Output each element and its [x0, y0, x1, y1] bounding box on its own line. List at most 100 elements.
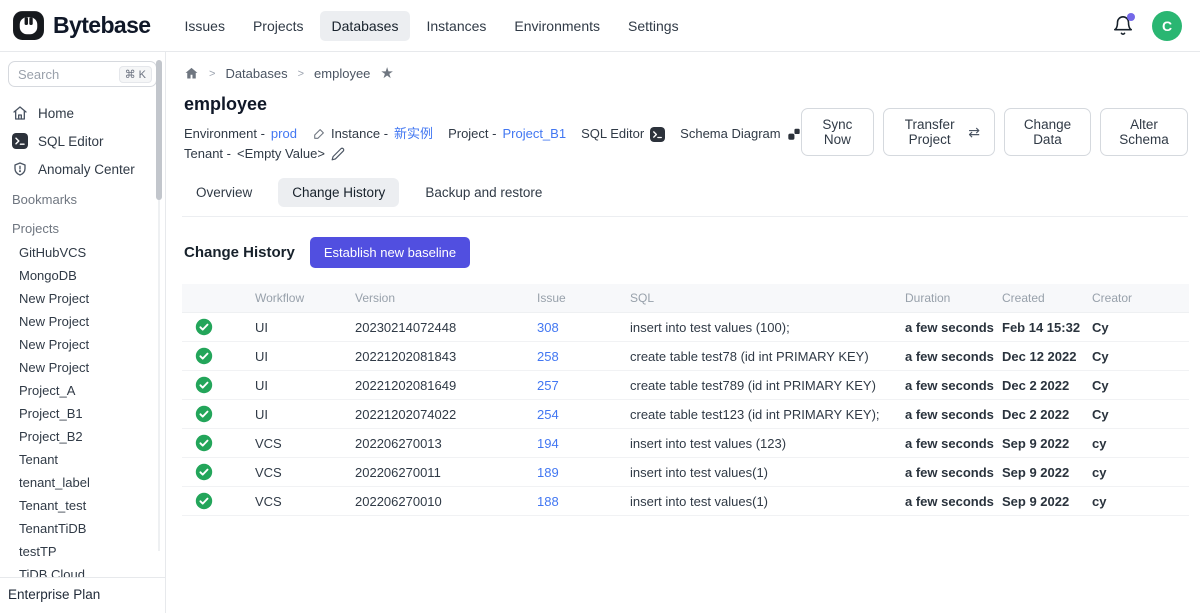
instance-link[interactable]: 新实例	[394, 124, 433, 144]
table-row[interactable]: UI 20221202081843 258 create table test7…	[182, 342, 1189, 371]
nav-item-instances[interactable]: Instances	[414, 11, 498, 41]
issue-link[interactable]: 188	[537, 494, 559, 509]
sidebar-project-item[interactable]: Project_B2	[0, 425, 165, 448]
issue-link[interactable]: 257	[537, 378, 559, 393]
sidebar-project-item[interactable]: Project_A	[0, 379, 165, 402]
top-nav-bar: Bytebase IssuesProjectsDatabasesInstance…	[0, 0, 1200, 52]
notification-dot	[1127, 13, 1135, 21]
issue-link[interactable]: 308	[537, 320, 559, 335]
nav-item-projects[interactable]: Projects	[241, 11, 316, 41]
plan-label[interactable]: Enterprise Plan	[0, 577, 165, 613]
tab-change-history[interactable]: Change History	[278, 178, 399, 207]
nav-item-settings[interactable]: Settings	[616, 11, 691, 41]
table-row[interactable]: UI 20221202081649 257 create table test7…	[182, 371, 1189, 400]
workflow-cell: UI	[255, 349, 355, 364]
bytebase-logo-icon	[12, 9, 45, 42]
issue-link[interactable]: 258	[537, 349, 559, 364]
nav-item-environments[interactable]: Environments	[502, 11, 612, 41]
sidebar-item-sql-editor[interactable]: SQL Editor	[0, 127, 165, 155]
transfer-project-button[interactable]: Transfer Project ⇄	[883, 108, 995, 156]
sidebar-item-home[interactable]: Home	[0, 99, 165, 127]
sidebar-item-label: Anomaly Center	[38, 162, 135, 177]
workflow-cell: UI	[255, 407, 355, 422]
table-row[interactable]: UI 20230214072448 308 insert into test v…	[182, 313, 1189, 342]
sidebar-project-item[interactable]: Project_B1	[0, 402, 165, 425]
database-tabs: Overview Change History Backup and resto…	[182, 178, 1188, 217]
establish-baseline-button[interactable]: Establish new baseline	[310, 237, 470, 268]
table-row[interactable]: UI 20221202074022 254 create table test1…	[182, 400, 1189, 429]
workflow-cell: VCS	[255, 436, 355, 451]
table-row[interactable]: VCS 202206270010 188 insert into test va…	[182, 487, 1189, 516]
sidebar-project-item[interactable]: Tenant_test	[0, 494, 165, 517]
project-link[interactable]: Project_B1	[502, 124, 566, 144]
bytebase-logo[interactable]: Bytebase	[12, 9, 150, 42]
success-check-icon	[195, 347, 213, 365]
edit-pencil-icon[interactable]	[331, 147, 345, 161]
main-content: > Databases > employee ★ employee Enviro…	[166, 52, 1200, 613]
table-row[interactable]: VCS 202206270011 189 insert into test va…	[182, 458, 1189, 487]
issue-link[interactable]: 194	[537, 436, 559, 451]
sidebar-project-item[interactable]: testTP	[0, 540, 165, 563]
change-history-heading: Change History	[184, 244, 295, 261]
sidebar-item-anomaly-center[interactable]: Anomaly Center	[0, 155, 165, 183]
meta-tenant: Tenant - <Empty Value>	[184, 144, 345, 164]
sql-editor-icon	[12, 133, 28, 149]
sidebar-project-item[interactable]: MongoDB	[0, 264, 165, 287]
schema-diagram-icon	[787, 127, 801, 141]
col-creator: Creator	[1092, 291, 1189, 305]
breadcrumb-home-icon[interactable]	[184, 66, 199, 81]
search-box[interactable]: ⌘ K	[8, 61, 157, 87]
tab-overview[interactable]: Overview	[182, 178, 266, 207]
sql-cell: create table test123 (id int PRIMARY KEY…	[630, 407, 905, 422]
duration-cell: a few seconds	[905, 407, 1002, 422]
success-check-icon	[195, 492, 213, 510]
breadcrumb-employee[interactable]: employee	[314, 66, 370, 81]
issue-link[interactable]: 254	[537, 407, 559, 422]
table-row[interactable]: VCS 202206270013 194 insert into test va…	[182, 429, 1189, 458]
breadcrumb-databases[interactable]: Databases	[225, 66, 287, 81]
creator-cell: cy	[1092, 465, 1189, 480]
notifications-button[interactable]	[1112, 15, 1134, 37]
schema-diagram-shortcut[interactable]: Schema Diagram	[680, 124, 800, 144]
nav-item-databases[interactable]: Databases	[320, 11, 411, 41]
sidebar-project-item[interactable]: New Project	[0, 356, 165, 379]
change-data-button[interactable]: Change Data	[1004, 108, 1091, 156]
creator-cell: Cy	[1092, 349, 1189, 364]
alter-schema-button[interactable]: Alter Schema	[1100, 108, 1188, 156]
duration-cell: a few seconds	[905, 349, 1002, 364]
transfer-arrows-icon: ⇄	[968, 125, 980, 139]
sidebar-project-item[interactable]: GitHubVCS	[0, 241, 165, 264]
sidebar-item-label: Home	[38, 106, 74, 121]
tab-backup-and-restore[interactable]: Backup and restore	[411, 178, 556, 207]
creator-cell: cy	[1092, 494, 1189, 509]
nav-item-issues[interactable]: Issues	[172, 11, 236, 41]
search-input[interactable]	[18, 67, 92, 82]
bookmark-star-icon[interactable]: ★	[380, 66, 393, 81]
sql-editor-shortcut[interactable]: SQL Editor	[581, 124, 665, 144]
issue-link[interactable]: 189	[537, 465, 559, 480]
sql-cell: insert into test values (123)	[630, 436, 905, 451]
sidebar-project-item[interactable]: Tenant	[0, 448, 165, 471]
col-workflow: Workflow	[255, 291, 355, 305]
projects-section-label: Projects	[0, 214, 165, 241]
sidebar-project-item[interactable]: TenantTiDB	[0, 517, 165, 540]
col-issue: Issue	[537, 291, 630, 305]
avatar[interactable]: C	[1152, 11, 1182, 41]
sql-cell: insert into test values(1)	[630, 494, 905, 509]
created-cell: Dec 2 2022	[1002, 407, 1092, 422]
version-cell: 202206270011	[355, 465, 537, 480]
sidebar-project-item[interactable]: New Project	[0, 287, 165, 310]
sidebar-item-label: SQL Editor	[38, 134, 104, 149]
sidebar-project-item[interactable]: New Project	[0, 310, 165, 333]
environment-link[interactable]: prod	[271, 124, 297, 144]
creator-cell: Cy	[1092, 320, 1189, 335]
col-duration: Duration	[905, 291, 1002, 305]
sidebar-project-item[interactable]: New Project	[0, 333, 165, 356]
duration-cell: a few seconds	[905, 436, 1002, 451]
sync-now-button[interactable]: Sync Now	[801, 108, 875, 156]
created-cell: Feb 14 15:32	[1002, 320, 1092, 335]
duration-cell: a few seconds	[905, 465, 1002, 480]
success-check-icon	[195, 434, 213, 452]
sidebar-project-item[interactable]: tenant_label	[0, 471, 165, 494]
sidebar-scrollbar-thumb[interactable]	[156, 60, 162, 200]
